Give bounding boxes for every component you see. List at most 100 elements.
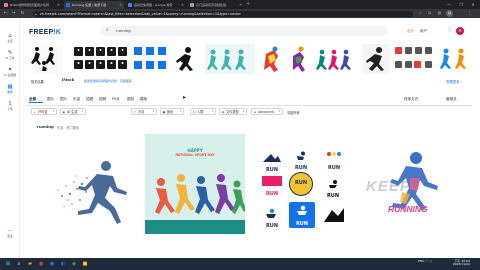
edge-icon[interactable]: ◐ bbox=[59, 259, 67, 269]
tab-google-search[interactable]: 运动员免费图 - Google 搜索 ✕ bbox=[126, 1, 186, 9]
filter-tab-photos[interactable]: 图片 bbox=[60, 97, 67, 102]
search-input[interactable]: ⌕ running bbox=[100, 26, 388, 36]
sidebar-item-ai-generator[interactable]: ✦ AI 生成器 bbox=[0, 67, 20, 77]
close-tab-icon[interactable]: ✕ bbox=[119, 3, 122, 7]
search-icon: ⌕ bbox=[106, 28, 109, 33]
filter-label: Advanced bbox=[258, 110, 274, 114]
profile-icon[interactable]: ☺ bbox=[446, 10, 453, 17]
filter-tab-videos[interactable]: 视频 bbox=[99, 97, 106, 102]
taskbar-clock[interactable]: 下午 10:04 2023/11/22 bbox=[448, 259, 470, 267]
run-logo-mark bbox=[297, 205, 307, 215]
color-filter-button[interactable]: ● 颜色 ▾ bbox=[160, 108, 184, 115]
star-icon[interactable]: ☆ bbox=[417, 10, 424, 17]
filter-label: 许可证 bbox=[38, 110, 48, 114]
sidebar-item-upload[interactable]: ⇪ 上传 bbox=[0, 101, 20, 111]
results-subtitle: 矢量 · 热门搜索 bbox=[57, 126, 80, 130]
banner-thumb-blue-runners[interactable] bbox=[132, 44, 170, 74]
tray-language: ENG bbox=[418, 259, 425, 263]
sliders-icon: ≡ bbox=[253, 110, 257, 114]
tab-favicon bbox=[66, 3, 70, 7]
sidebar-item-home[interactable]: ⌂ 主页 bbox=[0, 33, 20, 43]
close-tab-icon[interactable]: ✕ bbox=[181, 3, 184, 7]
blue-runners-grid bbox=[134, 47, 166, 69]
sort-dropdown[interactable]: 最相关 bbox=[446, 97, 457, 102]
tab-audio[interactable]: 冷门运动有声音频集锦 ✕ bbox=[188, 1, 244, 9]
sidebar-item-more[interactable]: ⋯ 更多 bbox=[0, 228, 20, 238]
advanced-filter-button[interactable]: ≡ Advanced ▾ bbox=[251, 108, 283, 115]
banner-thumb-icon-set[interactable] bbox=[393, 44, 433, 74]
filter-tab-illustrations[interactable]: 插图 bbox=[86, 97, 93, 102]
result-sport-day-poster[interactable]: HAPPY NATIONAL SPORT DAY bbox=[145, 134, 245, 234]
banner-thumb-runner-icons[interactable] bbox=[31, 44, 63, 74]
related-label: 相关结果 bbox=[31, 80, 44, 84]
filter-label: 文件类型 bbox=[226, 110, 239, 114]
people-icon: ☺ bbox=[192, 110, 196, 114]
result-keep-running[interactable]: KEEP RUNNING bbox=[360, 134, 456, 234]
avatar[interactable]: A bbox=[456, 27, 464, 35]
sidepanel-icon[interactable]: ▥ bbox=[436, 10, 443, 17]
windows-start-icon[interactable]: ⊞ bbox=[4, 259, 12, 269]
result-run-logos[interactable]: RUN RUN RUN RUN RUN RUN RUN RUN bbox=[255, 134, 353, 234]
close-tab-icon[interactable]: ✕ bbox=[239, 3, 242, 7]
reload-icon[interactable]: ↻ bbox=[19, 9, 26, 18]
banner-thumb-teal-runners[interactable] bbox=[205, 44, 255, 74]
orientation-filter-button[interactable]: ▭ 方向 ▾ bbox=[131, 108, 157, 115]
minimize-button[interactable]: — bbox=[443, 0, 455, 9]
run-logo-2: RUN bbox=[290, 146, 312, 171]
istock-logo[interactable]: iStock bbox=[62, 77, 74, 82]
filter-tab-vectors[interactable]: 矢量 bbox=[73, 97, 80, 102]
menu-kebab-icon[interactable]: ⋮ bbox=[466, 10, 473, 17]
maximize-button[interactable]: ❐ bbox=[455, 0, 467, 9]
license-filter-button[interactable]: ✓ 许可证 ▾ bbox=[31, 108, 57, 115]
orientation-icon: ▭ bbox=[133, 110, 137, 114]
result-particle-runner[interactable] bbox=[52, 134, 140, 244]
extensions-icon[interactable]: ⧉ bbox=[426, 10, 433, 17]
app-icon-green[interactable]: ◆ bbox=[70, 259, 78, 269]
chrome-icon[interactable]: ◉ bbox=[48, 259, 56, 269]
close-window-button[interactable]: ✕ bbox=[467, 0, 479, 9]
forward-arrow-icon[interactable]: → bbox=[10, 9, 17, 18]
freepik-logo[interactable]: FREEP!K bbox=[29, 29, 61, 36]
app-icon-red[interactable]: ● bbox=[37, 259, 45, 269]
back-arrow-icon[interactable]: ← bbox=[2, 9, 9, 18]
user-link[interactable]: 用户 bbox=[420, 29, 427, 34]
banner-thumb-figure-2[interactable] bbox=[288, 44, 310, 74]
volume-icon: ◁ bbox=[429, 259, 432, 263]
close-tab-icon[interactable]: ✕ bbox=[57, 3, 60, 7]
people-filter-button[interactable]: ☺ 人物 ▾ bbox=[190, 108, 216, 115]
tab-running[interactable]: Running 矢量 | 免费下载 ✕ bbox=[64, 1, 124, 9]
filetype-filter-button[interactable]: ▤ 文件类型 ▾ bbox=[219, 108, 247, 115]
banner-thumb-single-runner[interactable] bbox=[174, 44, 198, 74]
banner-thumb-pictograms[interactable] bbox=[72, 44, 128, 74]
clear-all-link[interactable]: 清除所有 bbox=[287, 110, 300, 115]
run-logo-4: RUN bbox=[260, 172, 284, 197]
sidebar-item-label: AI 生成器 bbox=[3, 73, 17, 77]
address-bar[interactable]: 🔒︎ zh.freepik.com/search?format=search&l… bbox=[33, 10, 413, 17]
banner-thumb-runner-group[interactable] bbox=[314, 44, 356, 74]
filter-tab-psd[interactable]: PSD bbox=[112, 97, 119, 101]
filter-tab-images[interactable]: 图片 bbox=[47, 97, 54, 102]
filter-tab-icons[interactable]: 图标 bbox=[127, 97, 134, 102]
sidebar-item-ai-tools[interactable]: ✎ AI 工具 bbox=[0, 50, 20, 60]
bell-icon[interactable]: ♪ bbox=[446, 27, 454, 35]
url-text: zh.freepik.com/search?format=search&last… bbox=[40, 11, 241, 16]
istock-promo-link[interactable]: 使用优惠码享受额外折扣 · 高级图库 bbox=[84, 79, 132, 83]
system-tray[interactable]: ENG ◠ ◁ bbox=[418, 259, 431, 263]
banner-thumb-colorful-runner[interactable] bbox=[260, 44, 284, 74]
banner-thumb-runner-pair[interactable] bbox=[437, 44, 471, 74]
filter-tab-templates[interactable]: 模板 bbox=[140, 97, 147, 102]
ai-filter-button[interactable]: ◆ AI 生成 ▾ bbox=[60, 108, 86, 115]
sidebar-item-library[interactable]: ▦ 图库 bbox=[0, 84, 20, 94]
run-logo-text: RUN bbox=[327, 165, 341, 171]
search-icon[interactable]: ⌕ bbox=[15, 259, 23, 269]
file-explorer-icon[interactable]: ▰ bbox=[26, 259, 34, 269]
see-more-link[interactable]: 查看更多 › bbox=[446, 79, 462, 84]
app-icon-yellow[interactable]: ■ bbox=[81, 259, 89, 269]
banner-thumb-black-runner[interactable] bbox=[362, 44, 390, 74]
sidebar-item-label: 主页 bbox=[7, 39, 13, 43]
ai-icon: ◆ bbox=[62, 110, 65, 114]
new-tab-button[interactable]: + bbox=[246, 1, 250, 7]
chevron-down-icon: ▾ bbox=[81, 110, 83, 113]
pricing-link[interactable]: 定价 bbox=[407, 29, 414, 34]
tab-bilibili[interactable]: Bilibili推荐视频页面用户名称 ✕ bbox=[2, 1, 62, 9]
